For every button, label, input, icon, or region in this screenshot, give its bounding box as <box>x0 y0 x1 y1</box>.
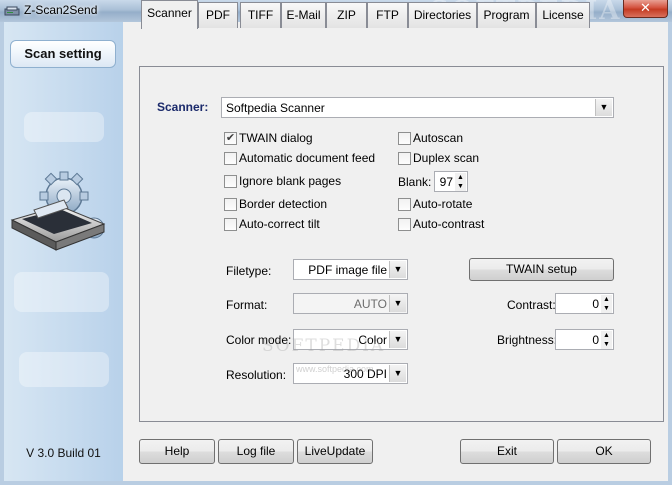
auto-correct-tilt-label: Auto-correct tilt <box>239 217 320 231</box>
auto-rotate-label: Auto-rotate <box>413 197 473 211</box>
blank-value: 97 <box>439 175 453 189</box>
tab-label: Program <box>483 8 530 22</box>
tab-label: FTP <box>376 8 399 22</box>
scanner-gears-icon <box>10 171 106 251</box>
auto-document-feed-label: Automatic document feed <box>239 151 376 165</box>
format-value: AUTO <box>353 297 387 311</box>
sidebar-decoration <box>24 112 104 142</box>
spin-up-icon[interactable]: ▲ <box>455 173 466 182</box>
log-file-button[interactable]: Log file <box>218 439 294 464</box>
tab-label: License <box>542 8 584 22</box>
blank-label: Blank: <box>398 175 432 189</box>
dropdown-arrow-icon: ▼ <box>389 365 406 382</box>
auto-contrast-label: Auto-contrast <box>413 217 485 231</box>
ignore-blank-pages-checkbox[interactable] <box>224 175 237 188</box>
spin-down-icon[interactable]: ▼ <box>601 304 612 313</box>
tab-label: TIFF <box>247 8 274 22</box>
brightness-value: 0 <box>592 333 599 347</box>
spin-up-icon[interactable]: ▲ <box>601 295 612 304</box>
ok-button[interactable]: OK <box>557 439 651 464</box>
filetype-value: PDF image file <box>308 263 387 277</box>
sidebar: Scan setting V 3.0 Build 01 <box>4 22 123 481</box>
sidebar-decoration <box>19 352 109 387</box>
contrast-label: Contrast: <box>507 298 556 312</box>
ignore-blank-pages-label: Ignore blank pages <box>239 174 342 188</box>
resolution-label: Resolution: <box>226 368 287 382</box>
filetype-select[interactable]: PDF image file ▼ <box>293 259 408 280</box>
tab-scanner[interactable]: Scanner <box>141 0 198 29</box>
tab-directories[interactable]: Directories <box>408 2 477 28</box>
tab-label: Directories <box>413 8 472 22</box>
contrast-value: 0 <box>592 297 599 311</box>
liveupdate-button[interactable]: LiveUpdate <box>297 439 373 464</box>
autoscan-checkbox[interactable] <box>398 132 411 145</box>
sidebar-decoration <box>14 272 109 312</box>
dropdown-arrow-icon: ▼ <box>595 99 612 116</box>
auto-correct-tilt-checkbox[interactable] <box>224 218 237 231</box>
tab-label: E-Mail <box>286 8 321 22</box>
tab-license[interactable]: License <box>536 2 590 28</box>
auto-rotate-checkbox[interactable] <box>398 198 411 211</box>
scanner-label: Scanner: <box>157 100 209 114</box>
exit-button[interactable]: Exit <box>460 439 554 464</box>
checkmark-icon: ✔ <box>225 132 236 144</box>
tab-ftp[interactable]: FTP <box>367 2 408 28</box>
contrast-spinner[interactable]: 0 ▲ ▼ <box>555 293 614 314</box>
border-detection-checkbox[interactable] <box>224 198 237 211</box>
softpedia-watermark-url: www.softpedia.com <box>296 364 374 374</box>
duplex-scan-checkbox[interactable] <box>398 152 411 165</box>
tab-label: PDF <box>206 8 230 22</box>
version-label: V 3.0 Build 01 <box>26 446 101 460</box>
help-button[interactable]: Help <box>139 439 215 464</box>
auto-document-feed-checkbox[interactable] <box>224 152 237 165</box>
dropdown-arrow-icon: ▼ <box>389 261 406 278</box>
border-detection-label: Border detection <box>239 197 328 211</box>
twain-setup-button[interactable]: TWAIN setup <box>469 258 614 281</box>
tab-label: ZIP <box>337 8 356 22</box>
dropdown-arrow-icon: ▼ <box>389 295 406 312</box>
tab-label: Scanner <box>147 6 192 20</box>
softpedia-watermark: SOFTPEDIA <box>262 336 386 356</box>
scanner-value: Softpedia Scanner <box>226 101 325 115</box>
spin-down-icon[interactable]: ▼ <box>455 182 466 191</box>
brightness-spinner[interactable]: 0 ▲ ▼ <box>555 329 614 350</box>
auto-contrast-checkbox[interactable] <box>398 218 411 231</box>
twain-dialog-checkbox[interactable]: ✔ <box>224 132 237 145</box>
filetype-label: Filetype: <box>226 264 272 278</box>
brightness-label: Brightness: <box>497 333 558 347</box>
dropdown-arrow-icon: ▼ <box>389 331 406 348</box>
close-icon: ✕ <box>640 1 651 16</box>
tab-pdf[interactable]: PDF <box>198 2 238 28</box>
scanner-app-icon <box>4 6 20 16</box>
window-title: Z-Scan2Send <box>24 3 98 17</box>
blank-spinner[interactable]: 97 ▲ ▼ <box>434 171 468 192</box>
duplex-scan-label: Duplex scan <box>413 151 480 165</box>
tab-tiff[interactable]: TIFF <box>240 2 281 28</box>
format-label: Format: <box>226 298 268 312</box>
spin-down-icon[interactable]: ▼ <box>601 340 612 349</box>
twain-dialog-label: TWAIN dialog <box>239 131 313 145</box>
tab-program[interactable]: Program <box>477 2 536 28</box>
scanner-select[interactable]: Softpedia Scanner ▼ <box>221 97 614 118</box>
close-button[interactable]: ✕ <box>623 0 668 18</box>
format-select[interactable]: AUTO ▼ <box>293 293 408 314</box>
tab-email[interactable]: E-Mail <box>281 2 326 28</box>
scan-setting-button[interactable]: Scan setting <box>10 40 116 68</box>
autoscan-label: Autoscan <box>413 131 464 145</box>
tab-zip[interactable]: ZIP <box>326 2 367 28</box>
spin-up-icon[interactable]: ▲ <box>601 331 612 340</box>
